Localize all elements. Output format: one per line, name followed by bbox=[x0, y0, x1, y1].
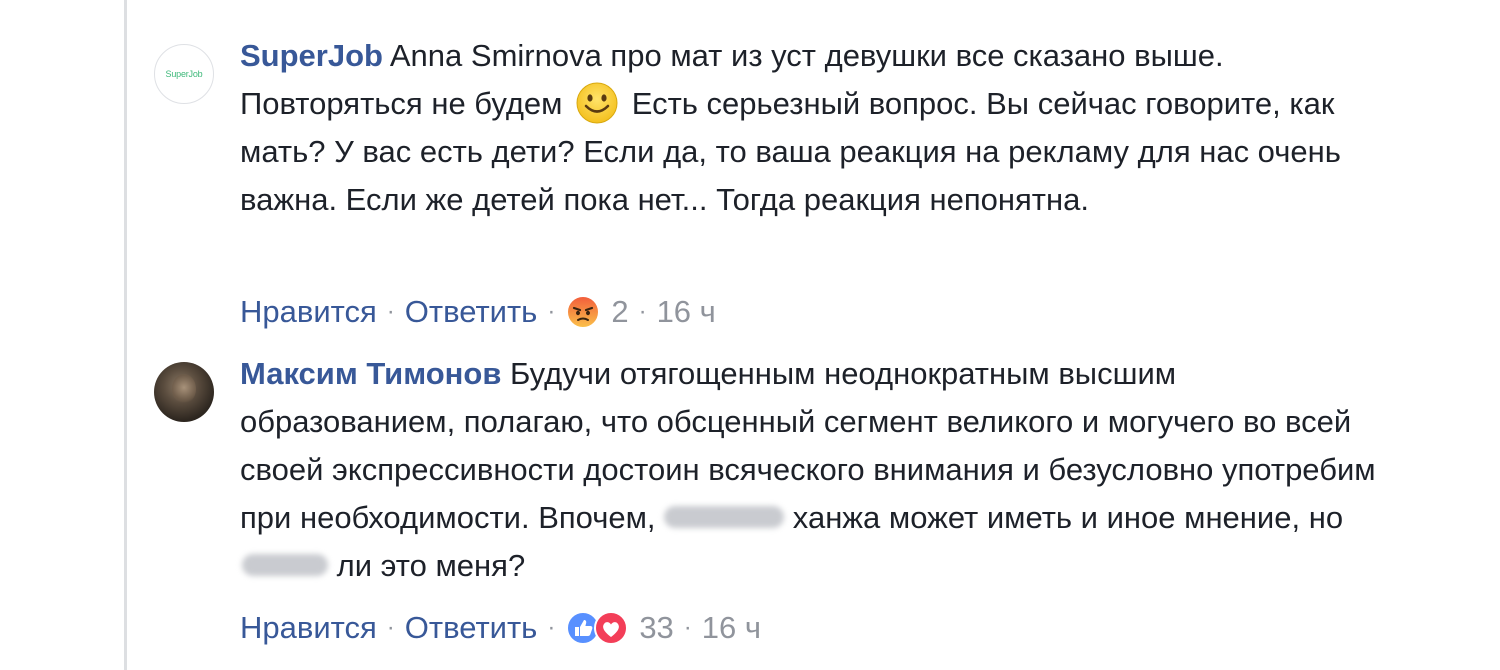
comment-timestamp[interactable]: 16 ч bbox=[702, 610, 761, 646]
comment-maksim: Максим Тимонов Будучи отягощенным неодно… bbox=[154, 356, 1384, 662]
comment-text-part-2: ханжа может иметь и иное мнение, но bbox=[792, 500, 1344, 535]
previous-comment-actions bbox=[240, 0, 249, 12]
avatar-maksim-timonov[interactable] bbox=[154, 362, 214, 422]
reactions-summary[interactable] bbox=[565, 294, 601, 330]
smile-emoji-icon bbox=[576, 82, 618, 124]
comment-author[interactable]: SuperJob bbox=[240, 38, 383, 73]
comment-body: SuperJob Anna Smirnova про мат из уст де… bbox=[240, 32, 1380, 224]
separator-dot: · bbox=[547, 298, 556, 325]
separator-dot: · bbox=[386, 614, 395, 641]
separator-dot: · bbox=[547, 614, 556, 641]
like-link[interactable]: Нравится bbox=[240, 294, 377, 330]
reply-link[interactable]: Ответить bbox=[405, 610, 538, 646]
reaction-count[interactable]: 2 bbox=[611, 294, 628, 330]
comment-author[interactable]: Максим Тимонов bbox=[240, 356, 501, 391]
love-reaction-icon bbox=[594, 611, 629, 645]
avatar-superjob[interactable]: SuperJob bbox=[154, 44, 214, 104]
previous-like-link[interactable] bbox=[240, 0, 249, 17]
comment-body: Максим Тимонов Будучи отягощенным неодно… bbox=[240, 350, 1380, 590]
reactions-summary[interactable] bbox=[565, 610, 629, 646]
comment-actions: Нравится · Ответить · 33 · 16 ч bbox=[240, 610, 761, 646]
comment-superjob: SuperJob SuperJob Anna Smirnova про мат … bbox=[154, 38, 1384, 334]
comment-timestamp[interactable]: 16 ч bbox=[657, 294, 716, 330]
censored-word-blur bbox=[242, 553, 328, 576]
reaction-count[interactable]: 33 bbox=[639, 610, 673, 646]
comment-text-part-3: ли это меня? bbox=[336, 548, 526, 583]
angry-reaction-icon bbox=[566, 295, 601, 329]
censored-word-blur bbox=[664, 505, 785, 528]
comment-actions: Нравится · Ответить · 2 · 16 ч bbox=[240, 294, 716, 330]
superjob-logo: SuperJob bbox=[165, 69, 203, 79]
avatar-face bbox=[172, 374, 196, 404]
separator-dot: · bbox=[638, 298, 647, 325]
separator-dot: · bbox=[386, 298, 395, 325]
like-link[interactable]: Нравится bbox=[240, 610, 377, 646]
reply-link[interactable]: Ответить bbox=[405, 294, 538, 330]
thread-line bbox=[124, 0, 127, 670]
separator-dot: · bbox=[683, 614, 692, 641]
